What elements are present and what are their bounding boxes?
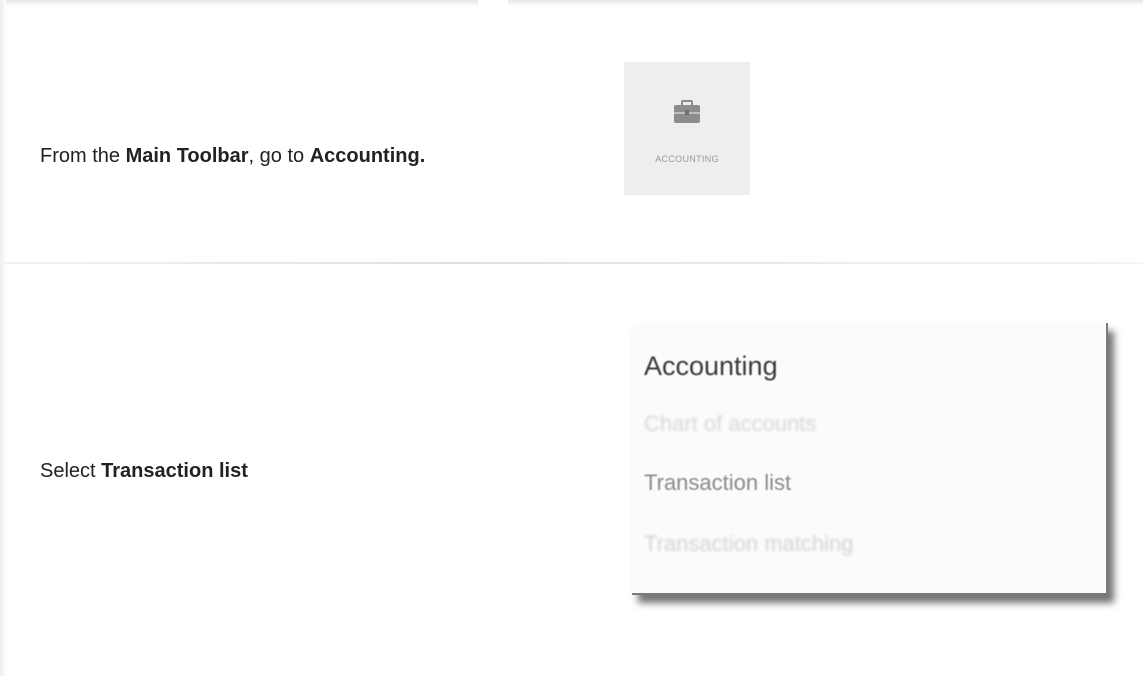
step-2-text-prefix: Select: [40, 460, 102, 482]
accounting-tile-label: ACCOUNTING: [655, 154, 719, 164]
menu-item-transaction-matching[interactable]: Transaction matching: [644, 531, 854, 557]
step-1-bold-main-toolbar: Main Toolbar: [125, 145, 249, 167]
menu-title: Accounting: [644, 351, 778, 381]
step-2-instruction: Select Transaction list: [40, 460, 248, 483]
step-2-bold-transaction-list: Transaction list: [101, 460, 248, 482]
help-document-page: From the Main Toolbar, go to Accounting.…: [0, 0, 1143, 676]
accounting-dropdown-menu: Accounting Chart of accounts Transaction…: [632, 323, 1108, 595]
scan-left-edge: [0, 0, 6, 676]
menu-item-chart-of-accounts[interactable]: Chart of accounts: [644, 411, 816, 437]
step-1-instruction: From the Main Toolbar, go to Accounting.: [40, 145, 425, 168]
row-divider: [0, 262, 1143, 264]
menu-item-transaction-list[interactable]: Transaction list: [644, 470, 791, 496]
scan-top-edge: [0, 0, 1143, 6]
briefcase-icon: [674, 100, 700, 123]
step-1-text-prefix: From the: [40, 145, 126, 167]
step-1-bold-accounting: Accounting.: [309, 145, 426, 167]
accounting-toolbar-button[interactable]: ACCOUNTING: [624, 62, 750, 195]
step-1-text-middle: , go to: [248, 145, 310, 167]
